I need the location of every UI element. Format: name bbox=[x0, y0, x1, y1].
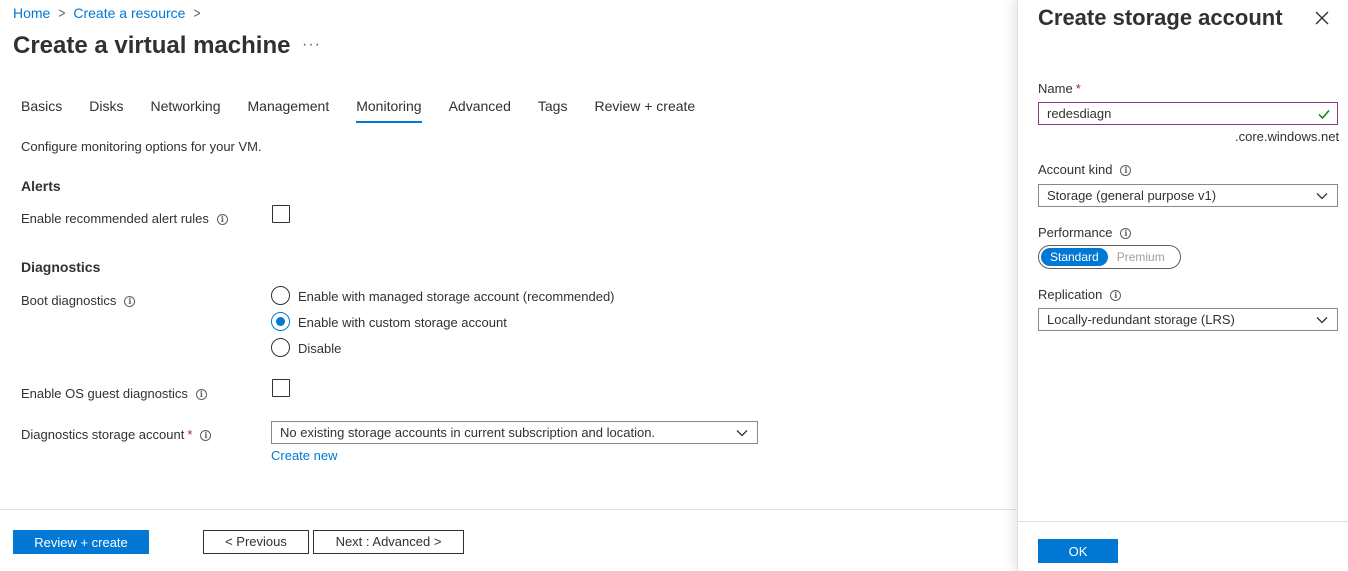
info-icon[interactable]: i bbox=[1120, 165, 1132, 177]
required-asterisk: * bbox=[187, 427, 193, 442]
page-title: Create a virtual machine bbox=[13, 32, 291, 59]
replication-dropdown[interactable]: Locally-redundant storage (LRS) bbox=[1038, 308, 1338, 331]
replication-label: Replication bbox=[1038, 287, 1103, 302]
domain-suffix: .core.windows.net bbox=[1235, 129, 1340, 144]
ok-button[interactable]: OK bbox=[1038, 539, 1118, 563]
storage-account-label-row: Diagnostics storage account * i bbox=[21, 427, 212, 442]
diagnostics-heading: Diagnostics bbox=[21, 259, 101, 275]
chevron-down-icon bbox=[736, 430, 748, 437]
boot-managed-label[interactable]: Enable with managed storage account (rec… bbox=[298, 289, 615, 304]
storage-account-label: Diagnostics storage account bbox=[21, 427, 185, 442]
account-kind-label: Account kind bbox=[1038, 162, 1113, 177]
boot-custom-radio[interactable] bbox=[271, 312, 290, 331]
performance-label-row: Performance i bbox=[1038, 225, 1132, 240]
next-advanced-button[interactable]: Next : Advanced > bbox=[313, 530, 464, 554]
checkmark-icon bbox=[1318, 110, 1330, 120]
os-guest-label: Enable OS guest diagnostics bbox=[21, 386, 188, 401]
replication-value: Locally-redundant storage (LRS) bbox=[1047, 312, 1235, 327]
tab-bar: Basics Disks Networking Management Monit… bbox=[21, 98, 722, 123]
tab-tags[interactable]: Tags bbox=[538, 98, 568, 123]
alerts-heading: Alerts bbox=[21, 178, 61, 194]
info-icon[interactable]: i bbox=[195, 389, 207, 401]
tab-basics[interactable]: Basics bbox=[21, 98, 62, 123]
review-create-button[interactable]: Review + create bbox=[13, 530, 149, 554]
storage-account-dropdown[interactable]: No existing storage accounts in current … bbox=[271, 421, 758, 444]
account-kind-label-row: Account kind i bbox=[1038, 162, 1132, 177]
name-label: Name bbox=[1038, 81, 1073, 96]
info-icon[interactable]: i bbox=[1120, 228, 1132, 240]
info-icon[interactable]: i bbox=[200, 430, 212, 442]
performance-premium-option[interactable]: Premium bbox=[1108, 248, 1174, 266]
monitoring-description: Configure monitoring options for your VM… bbox=[21, 139, 262, 154]
tab-networking[interactable]: Networking bbox=[150, 98, 220, 123]
storage-name-value: redesdiagn bbox=[1047, 106, 1112, 121]
boot-diagnostics-label-row: Boot diagnostics i bbox=[21, 293, 136, 308]
create-new-link[interactable]: Create new bbox=[271, 448, 337, 463]
tab-disks[interactable]: Disks bbox=[89, 98, 123, 123]
storage-account-value: No existing storage accounts in current … bbox=[280, 425, 656, 440]
required-asterisk: * bbox=[1075, 81, 1081, 96]
performance-toggle: Standard Premium bbox=[1038, 245, 1181, 269]
info-icon[interactable]: i bbox=[1110, 290, 1122, 302]
tab-management[interactable]: Management bbox=[248, 98, 330, 123]
info-icon[interactable]: i bbox=[124, 296, 136, 308]
create-storage-account-panel: Create storage account Name * redesdiagn … bbox=[1017, 0, 1348, 571]
footer-divider bbox=[0, 509, 1016, 510]
breadcrumb: Home > Create a resource > bbox=[13, 4, 208, 22]
boot-disable-label[interactable]: Disable bbox=[298, 341, 341, 356]
info-icon[interactable]: i bbox=[216, 214, 228, 226]
os-guest-checkbox[interactable] bbox=[272, 379, 290, 397]
replication-label-row: Replication i bbox=[1038, 287, 1122, 302]
os-guest-label-row: Enable OS guest diagnostics i bbox=[21, 386, 207, 401]
breadcrumb-create-resource[interactable]: Create a resource bbox=[73, 5, 185, 21]
boot-diagnostics-label: Boot diagnostics bbox=[21, 293, 117, 308]
alert-rules-label: Enable recommended alert rules bbox=[21, 211, 209, 226]
main-blade: Home > Create a resource > Create a virt… bbox=[0, 0, 1016, 571]
chevron-down-icon bbox=[1316, 317, 1328, 324]
account-kind-value: Storage (general purpose v1) bbox=[1047, 188, 1217, 203]
boot-custom-label[interactable]: Enable with custom storage account bbox=[298, 315, 507, 330]
boot-managed-radio[interactable] bbox=[271, 286, 290, 305]
panel-title: Create storage account bbox=[1038, 5, 1283, 30]
previous-button[interactable]: < Previous bbox=[203, 530, 309, 554]
tab-advanced[interactable]: Advanced bbox=[449, 98, 511, 123]
close-icon[interactable] bbox=[1314, 10, 1330, 26]
breadcrumb-chevron-icon: > bbox=[193, 4, 201, 22]
breadcrumb-chevron-icon: > bbox=[58, 4, 66, 22]
breadcrumb-home[interactable]: Home bbox=[13, 5, 50, 21]
alert-rules-checkbox[interactable] bbox=[272, 205, 290, 223]
tab-review-create[interactable]: Review + create bbox=[594, 98, 695, 123]
tab-monitoring[interactable]: Monitoring bbox=[356, 98, 422, 123]
performance-standard-option[interactable]: Standard bbox=[1041, 248, 1108, 266]
storage-name-input[interactable]: redesdiagn bbox=[1038, 102, 1338, 125]
alert-rules-label-row: Enable recommended alert rules i bbox=[21, 211, 228, 226]
panel-footer-divider bbox=[1018, 521, 1348, 522]
more-options-icon[interactable]: ··· bbox=[302, 36, 321, 54]
name-label-row: Name * bbox=[1038, 81, 1081, 96]
performance-label: Performance bbox=[1038, 225, 1113, 240]
boot-disable-radio[interactable] bbox=[271, 338, 290, 357]
chevron-down-icon bbox=[1316, 193, 1328, 200]
account-kind-dropdown[interactable]: Storage (general purpose v1) bbox=[1038, 184, 1338, 207]
